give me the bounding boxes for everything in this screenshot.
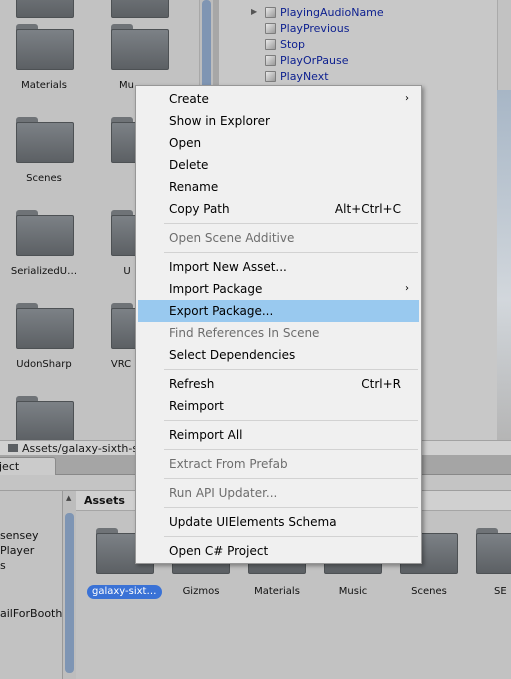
- menu-separator: [164, 507, 418, 508]
- menu-item-show-in-explorer[interactable]: Show in Explorer: [138, 110, 419, 132]
- project-folder-tree: sensey Player s ailForBooth: [0, 491, 62, 679]
- menu-item-export-package[interactable]: Export Package...: [138, 300, 419, 322]
- gameobject-cube-icon: [265, 22, 276, 34]
- menu-item-reimport[interactable]: Reimport: [138, 395, 419, 417]
- submenu-arrow-icon: ›: [405, 93, 409, 104]
- tree-item[interactable]: s: [0, 559, 6, 572]
- folder-label: VRC: [110, 359, 132, 370]
- hierarchy-item[interactable]: PlayPrevious: [265, 20, 349, 36]
- shortcut-label: Alt+Ctrl+C: [334, 202, 401, 216]
- menu-item-rename[interactable]: Rename: [138, 176, 419, 198]
- expand-arrow-icon[interactable]: ▶: [251, 7, 257, 16]
- gameobject-cube-icon: [265, 38, 276, 50]
- hierarchy-item[interactable]: PlayingAudioName: [265, 4, 384, 20]
- folder-icon-udonsharp[interactable]: [16, 303, 74, 349]
- tab-project[interactable]: ject: [0, 457, 56, 475]
- menu-separator: [164, 369, 418, 370]
- menu-item-open-csharp-project[interactable]: Open C# Project: [138, 540, 419, 562]
- menu-item-create[interactable]: Create ›: [138, 88, 419, 110]
- folder-icon[interactable]: [111, 0, 169, 18]
- menu-item-run-api-updater: Run API Updater...: [169, 486, 278, 500]
- folder-label: SE: [494, 586, 507, 597]
- context-menu: Create › Show in Explorer Open Delete Ren…: [135, 85, 422, 564]
- scroll-up-arrow-icon[interactable]: ▲: [66, 494, 71, 502]
- tree-item[interactable]: Player: [0, 544, 34, 557]
- menu-item-refresh[interactable]: Refresh Ctrl+R: [138, 373, 419, 395]
- folder-icon-music[interactable]: [111, 24, 169, 70]
- scrollbar-thumb[interactable]: [65, 513, 74, 673]
- hierarchy-item[interactable]: Stop: [265, 36, 305, 52]
- folder-label: Scenes: [411, 586, 447, 597]
- menu-separator: [164, 420, 418, 421]
- menu-item-copy-path[interactable]: Copy Path Alt+Ctrl+C: [138, 198, 419, 220]
- menu-item-reimport-all[interactable]: Reimport All: [138, 424, 419, 446]
- folder-icon: [8, 444, 18, 452]
- folder-icon-serialized[interactable]: [16, 210, 74, 256]
- asset-path: Assets/galaxy-sixth-sc: [22, 441, 145, 455]
- folder-icon[interactable]: [16, 0, 74, 18]
- menu-separator: [164, 449, 418, 450]
- menu-item-extract-from-prefab: Extract From Prefab: [169, 457, 288, 471]
- folder-label: Mu: [119, 80, 134, 91]
- menu-item-open-scene-additive: Open Scene Additive: [169, 231, 295, 245]
- folder-label: Scenes: [26, 173, 62, 184]
- folder-icon-se[interactable]: [476, 528, 511, 574]
- scene-view-edge: [497, 90, 511, 440]
- folder-label: UdonSharp: [16, 359, 72, 370]
- tree-item[interactable]: sensey: [0, 529, 38, 542]
- tree-scrollbar[interactable]: ▲: [62, 491, 76, 679]
- hierarchy-item[interactable]: PlayNext: [265, 68, 329, 84]
- gameobject-cube-icon: [265, 6, 276, 18]
- folder-label: Gizmos: [182, 586, 220, 597]
- folder-label: Materials: [21, 80, 67, 91]
- folder-label: U: [123, 266, 131, 277]
- menu-separator: [164, 536, 418, 537]
- selected-folder-label: galaxy-sixt…: [87, 585, 162, 599]
- submenu-arrow-icon: ›: [405, 283, 409, 294]
- hierarchy-item[interactable]: PlayOrPause: [265, 52, 348, 68]
- folder-icon-materials[interactable]: [16, 24, 74, 70]
- menu-item-delete[interactable]: Delete: [138, 154, 419, 176]
- folder-label: Music: [338, 586, 368, 597]
- menu-item-update-uielements-schema[interactable]: Update UIElements Schema: [138, 511, 419, 533]
- folder-label: SerializedU…: [10, 266, 78, 277]
- gameobject-cube-icon: [265, 54, 276, 66]
- menu-item-open[interactable]: Open: [138, 132, 419, 154]
- folder-label: Materials: [254, 586, 300, 597]
- shortcut-label: Ctrl+R: [361, 377, 401, 391]
- folder-icon[interactable]: [16, 396, 74, 440]
- menu-separator: [164, 252, 418, 253]
- tree-item[interactable]: ailForBooth: [0, 607, 62, 620]
- menu-separator: [164, 478, 418, 479]
- folder-icon-scenes[interactable]: [16, 117, 74, 163]
- menu-item-import-new-asset[interactable]: Import New Asset...: [138, 256, 419, 278]
- menu-separator: [164, 223, 418, 224]
- menu-item-import-package[interactable]: Import Package ›: [138, 278, 419, 300]
- scrollbar-thumb[interactable]: [202, 0, 211, 90]
- gameobject-cube-icon: [265, 70, 276, 82]
- menu-item-select-dependencies[interactable]: Select Dependencies: [138, 344, 419, 366]
- menu-item-find-references: Find References In Scene: [169, 326, 320, 340]
